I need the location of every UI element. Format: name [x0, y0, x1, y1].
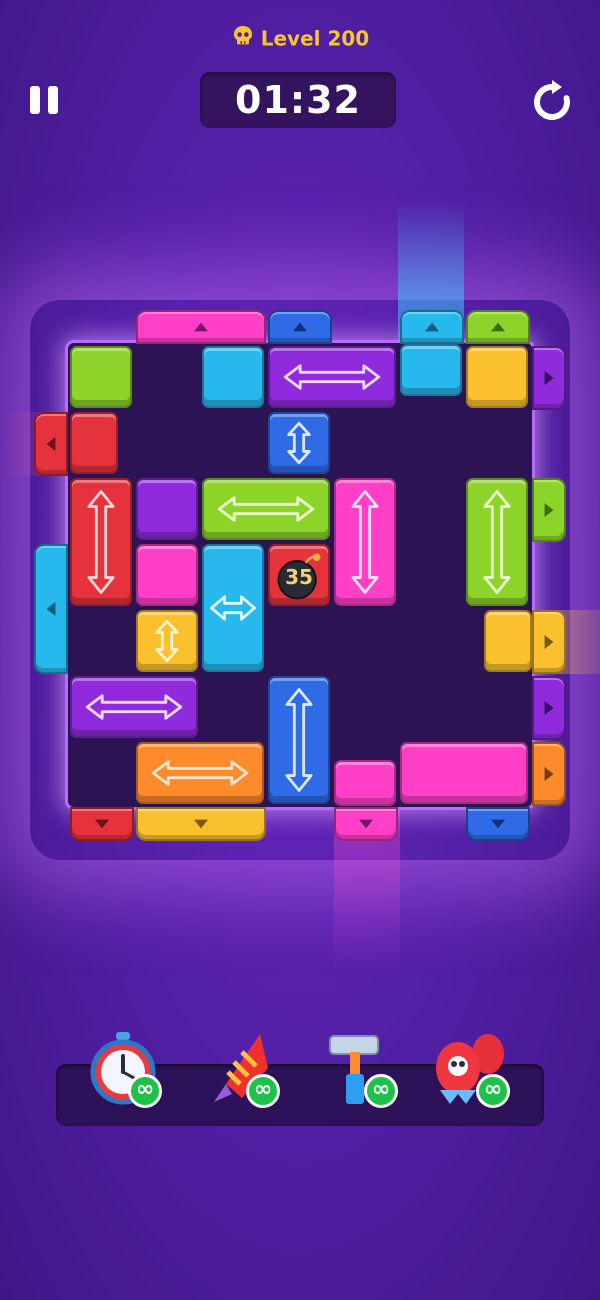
block-pink-vertical[interactable]	[334, 478, 396, 606]
horizontal-arrow-icon	[85, 694, 183, 720]
exit-gate-top-cyan	[400, 310, 464, 344]
bomb-counter: 35	[285, 565, 313, 589]
block-yellow[interactable]	[466, 346, 528, 408]
exit-gate-right-orange	[532, 742, 566, 806]
horizontal-arrow-icon	[151, 760, 249, 786]
block-red-vertical[interactable]	[70, 478, 132, 606]
block-yellow[interactable]	[484, 610, 532, 672]
block-blue-vertical[interactable]	[268, 412, 330, 474]
vertical-arrow-icon	[285, 688, 313, 792]
timer: 01:32	[200, 72, 396, 128]
pause-button[interactable]	[28, 84, 62, 116]
pause-icon	[30, 86, 40, 114]
block-cyan-vertical[interactable]	[202, 544, 264, 672]
infinity-badge: ∞	[476, 1074, 510, 1108]
powerup-stopwatch[interactable]: ∞	[80, 1028, 170, 1114]
horizontal-arrow-icon	[210, 595, 256, 621]
restart-icon	[534, 80, 570, 120]
block-purple[interactable]	[136, 478, 198, 540]
block-purple-horizontal[interactable]	[70, 676, 198, 738]
powerup-rocket[interactable]: ∞	[198, 1028, 288, 1114]
exit-gate-right-purple-2	[532, 676, 566, 740]
block-pink-horizontal[interactable]	[400, 742, 528, 804]
infinity-badge: ∞	[246, 1074, 280, 1108]
block-cyan[interactable]	[202, 346, 264, 408]
block-pink[interactable]	[334, 760, 396, 806]
exit-gate-left-cyan	[34, 544, 68, 674]
block-red[interactable]	[70, 412, 118, 474]
vertical-arrow-icon	[351, 490, 379, 594]
block-cyan[interactable]	[400, 344, 462, 396]
level-indicator: Level 200	[0, 24, 600, 53]
block-blue-vertical[interactable]	[268, 676, 330, 804]
exit-gate-bottom-pink	[334, 807, 398, 841]
exit-gate-top-green	[466, 310, 530, 344]
vertical-arrow-icon	[287, 421, 311, 465]
exit-gate-right-purple	[532, 346, 566, 410]
restart-button[interactable]	[528, 78, 576, 126]
vertical-arrow-icon	[87, 490, 115, 594]
exit-gate-right-green	[532, 478, 566, 542]
vertical-arrow-icon	[155, 619, 179, 663]
block-green-vertical[interactable]	[466, 478, 528, 606]
exit-gate-bottom-red	[70, 807, 134, 841]
powerup-skull-rockets[interactable]: ∞	[428, 1028, 518, 1114]
exit-gate-top-pink	[136, 310, 266, 344]
level-label: Level 200	[260, 26, 370, 51]
vertical-arrow-icon	[483, 490, 511, 594]
block-purple-horizontal[interactable]	[268, 346, 396, 408]
exit-gate-left-red	[34, 412, 68, 476]
block-red-bomb[interactable]: 35	[268, 544, 330, 606]
skull-icon	[231, 24, 255, 53]
block-yellow-vertical[interactable]	[136, 610, 198, 672]
block-orange-horizontal[interactable]	[136, 742, 264, 804]
exit-gate-top-blue	[268, 310, 332, 344]
block-pink[interactable]	[136, 544, 198, 606]
block-green[interactable]	[70, 346, 132, 408]
exit-gate-bottom-yellow	[136, 807, 266, 841]
horizontal-arrow-icon	[217, 496, 315, 522]
exit-gate-right-yellow	[532, 610, 566, 674]
infinity-badge: ∞	[364, 1074, 398, 1108]
block-green-horizontal[interactable]	[202, 478, 330, 540]
exit-gate-bottom-blue	[466, 807, 530, 841]
powerup-hammer[interactable]: ∞	[316, 1028, 406, 1114]
horizontal-arrow-icon	[283, 364, 381, 390]
infinity-badge: ∞	[128, 1074, 162, 1108]
